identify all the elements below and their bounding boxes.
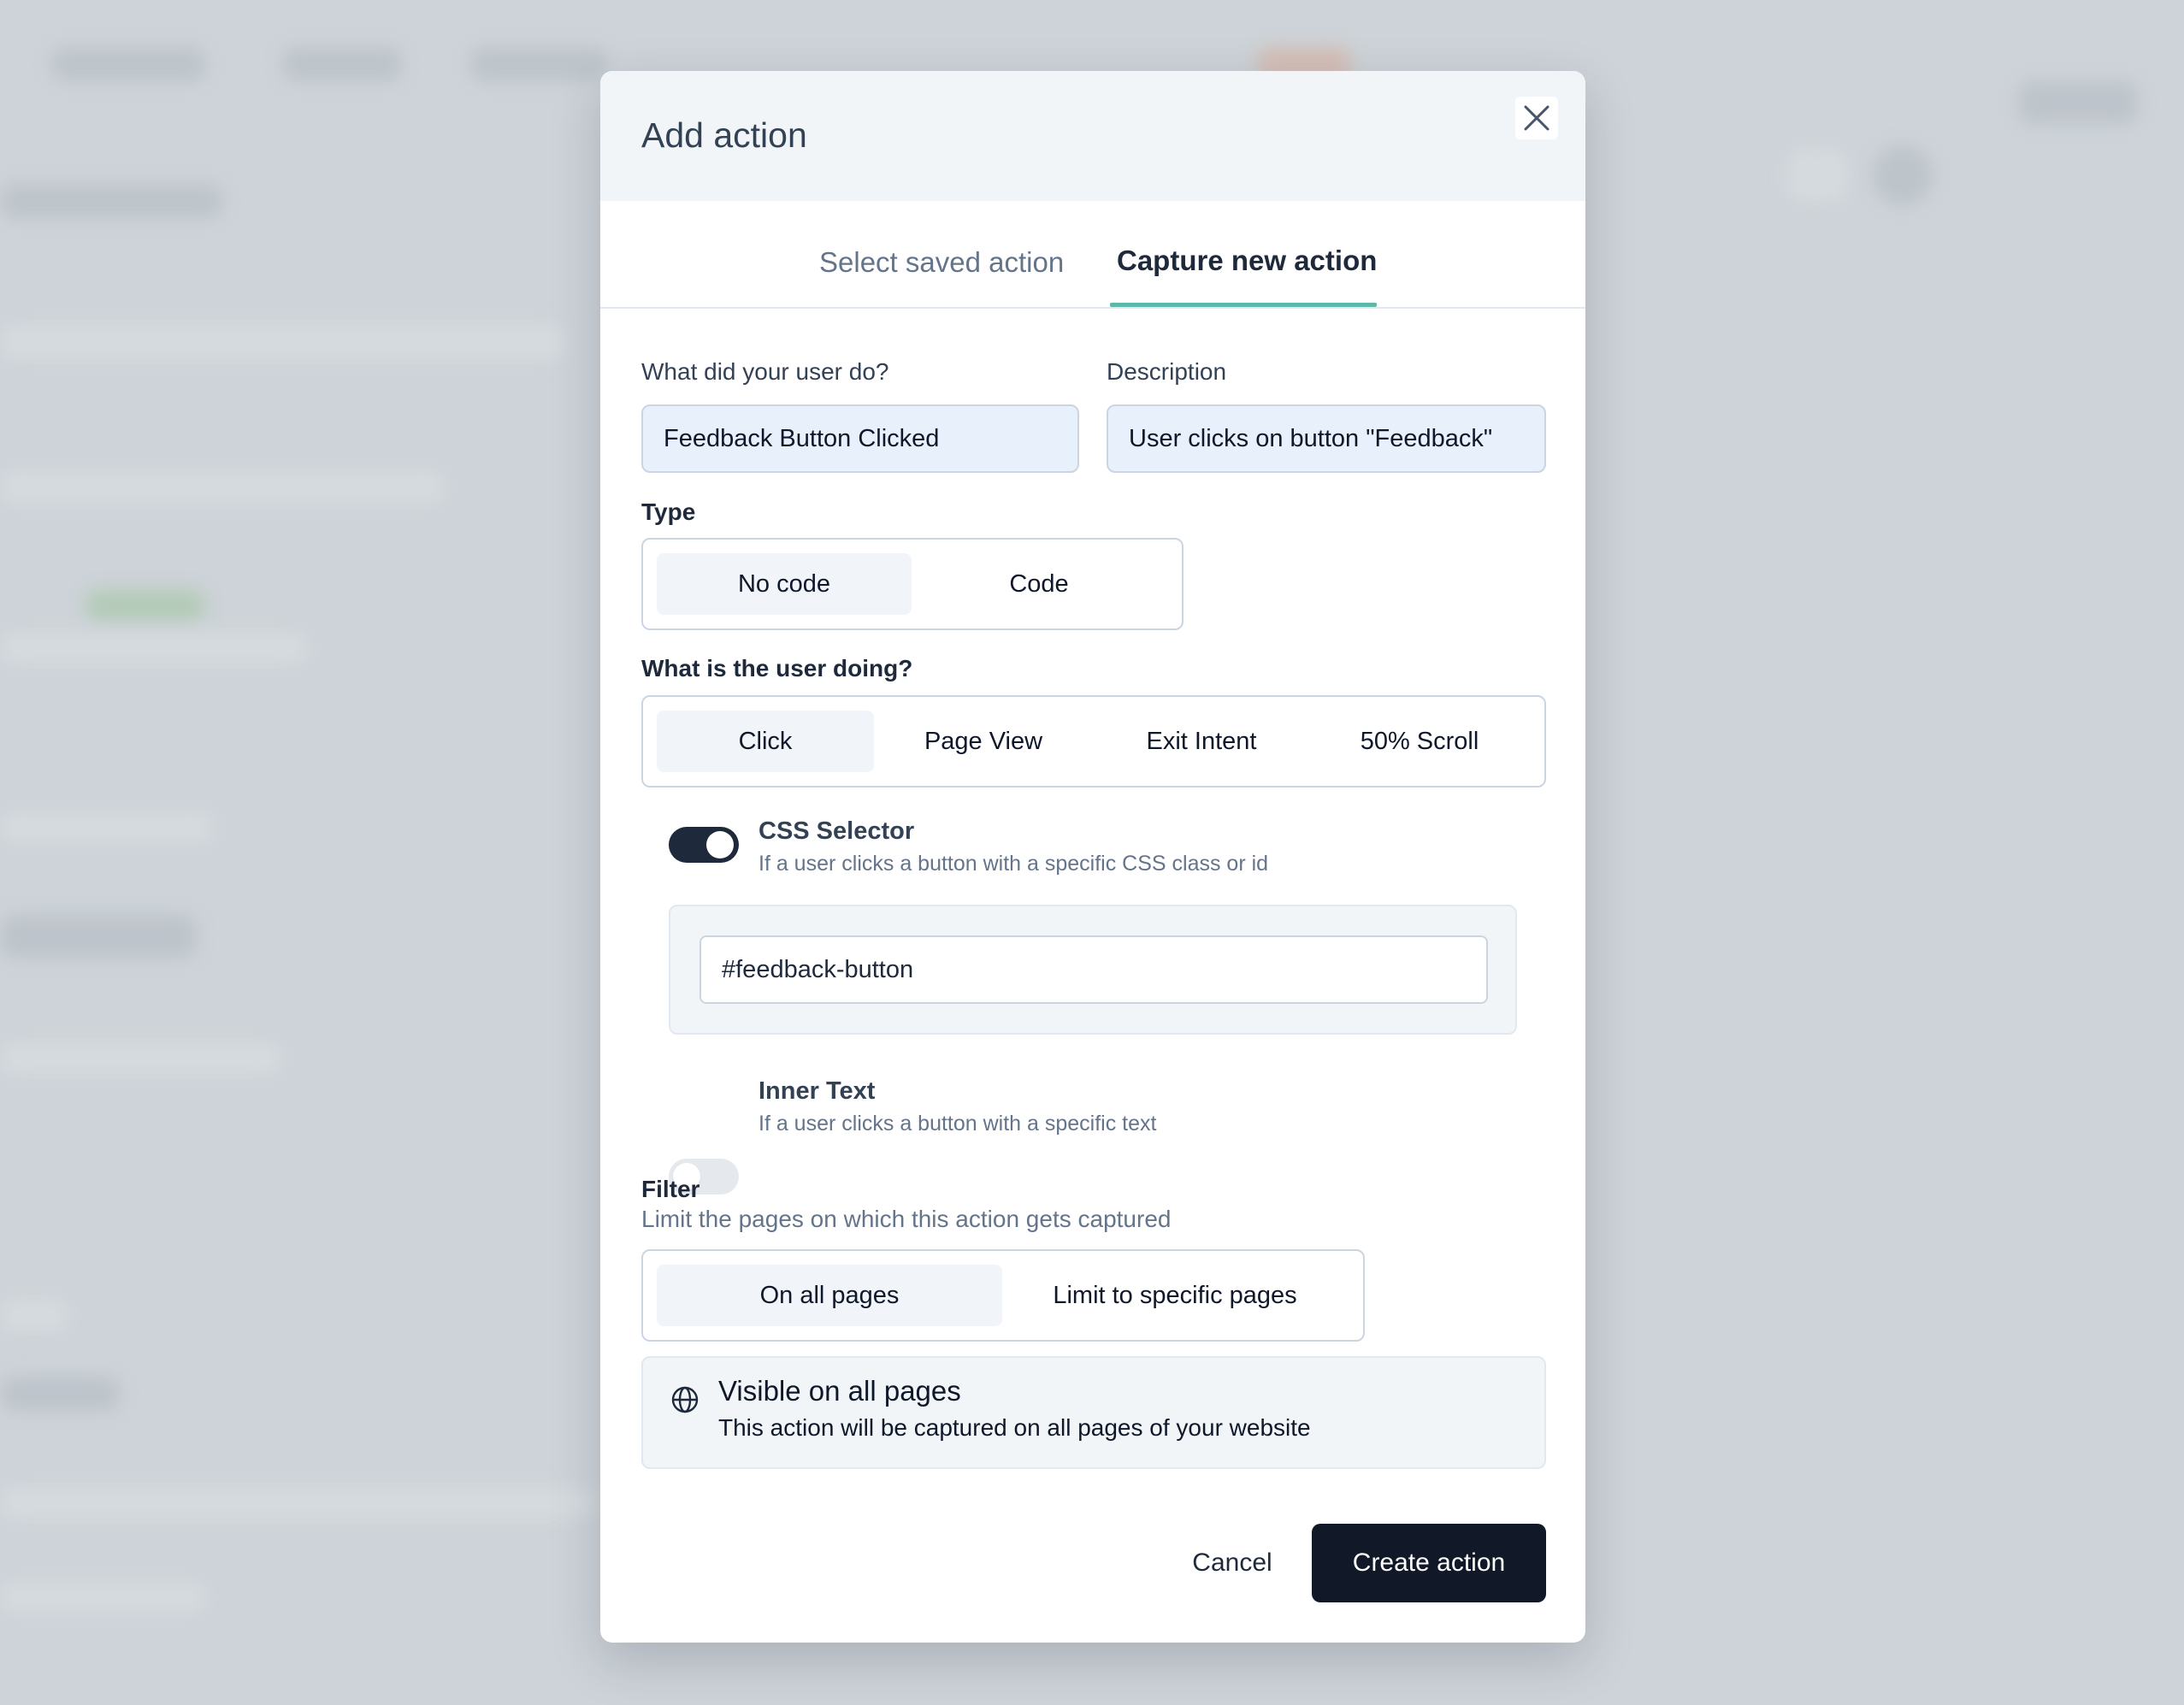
- type-label: Type: [641, 499, 696, 525]
- action-name-input[interactable]: Feedback Button Clicked: [641, 404, 1079, 473]
- modal-title: Add action: [641, 115, 807, 155]
- add-action-modal: Add action Select saved action Capture n…: [600, 71, 1585, 1643]
- tabs-divider: [600, 307, 1585, 309]
- css-selector-toggle[interactable]: [669, 827, 739, 863]
- create-action-button[interactable]: Create action: [1312, 1524, 1546, 1602]
- css-selector-panel: #feedback-button: [669, 905, 1517, 1035]
- filter-segmented-control: On all pages Limit to specific pages: [641, 1249, 1365, 1342]
- cancel-button[interactable]: Cancel: [1160, 1524, 1305, 1602]
- type-option-no-code[interactable]: No code: [657, 553, 912, 615]
- filter-option-all-pages[interactable]: On all pages: [657, 1265, 1002, 1326]
- inner-text-title: Inner Text: [758, 1077, 876, 1105]
- user-doing-label: What is the user doing?: [641, 655, 913, 681]
- tab-capture-new-action[interactable]: Capture new action: [1117, 245, 1377, 277]
- inner-text-description: If a user clicks a button with a specifi…: [758, 1112, 1157, 1136]
- css-selector-title: CSS Selector: [758, 817, 915, 845]
- tab-select-saved-action[interactable]: Select saved action: [819, 246, 1064, 279]
- close-button[interactable]: [1515, 97, 1558, 139]
- user-doing-option-exit-intent[interactable]: Exit Intent: [1093, 711, 1310, 772]
- description-label: Description: [1107, 358, 1227, 385]
- css-selector-description: If a user clicks a button with a specifi…: [758, 852, 1269, 876]
- filter-info-description: This action will be captured on all page…: [718, 1414, 1311, 1441]
- type-segmented-control: No code Code: [641, 538, 1183, 630]
- toggle-knob: [706, 831, 734, 858]
- user-doing-segmented-control: Click Page View Exit Intent 50% Scroll: [641, 695, 1546, 788]
- user-doing-option-click[interactable]: Click: [657, 711, 874, 772]
- close-icon: [1524, 105, 1549, 131]
- user-doing-option-page-view[interactable]: Page View: [875, 711, 1092, 772]
- filter-info-box: Visible on all pages This action will be…: [641, 1356, 1546, 1469]
- filter-title: Filter: [641, 1176, 700, 1202]
- user-doing-option-50-scroll[interactable]: 50% Scroll: [1311, 711, 1528, 772]
- filter-option-specific-pages[interactable]: Limit to specific pages: [1002, 1265, 1348, 1326]
- globe-icon: [671, 1386, 699, 1413]
- filter-info-title: Visible on all pages: [718, 1375, 961, 1407]
- description-input[interactable]: User clicks on button "Feedback": [1107, 404, 1546, 473]
- action-name-label: What did your user do?: [641, 358, 889, 385]
- css-selector-input[interactable]: #feedback-button: [699, 935, 1488, 1004]
- type-option-code[interactable]: Code: [912, 553, 1166, 615]
- filter-subtitle: Limit the pages on which this action get…: [641, 1206, 1172, 1232]
- modal-header: Add action: [600, 71, 1585, 201]
